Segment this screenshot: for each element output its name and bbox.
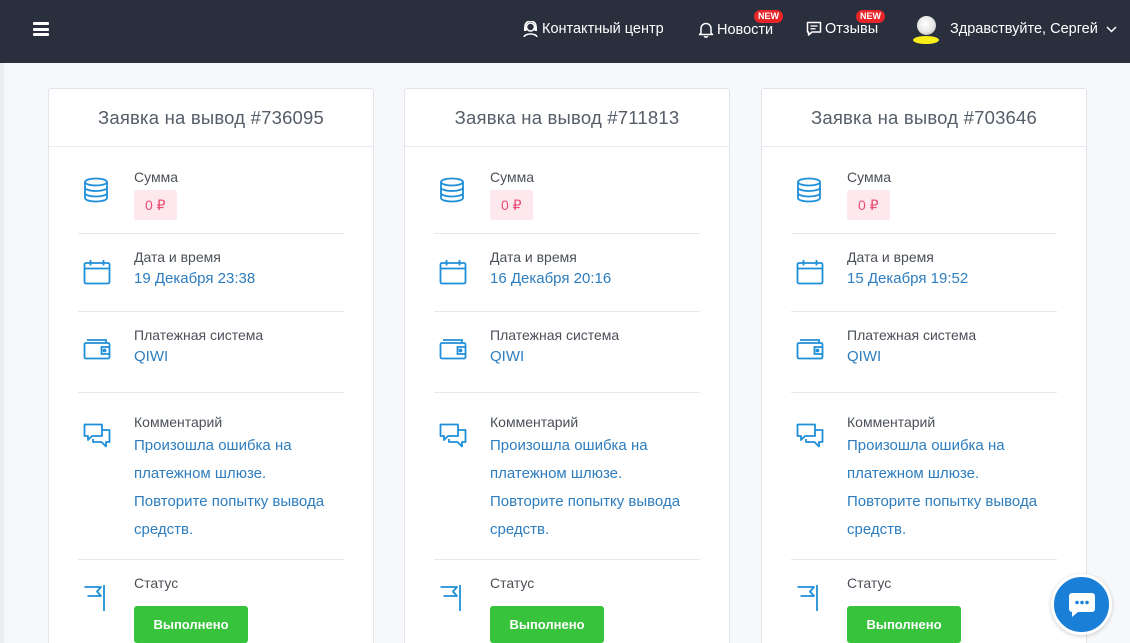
comment-row: Комментарий Произошла ошибка на платежно… <box>78 393 344 560</box>
main-content: Заявка на вывод #736095 Сумма 0 ₽ Дата и… <box>4 63 1130 643</box>
sum-row: Сумма 0 ₽ <box>78 147 344 234</box>
date-row: Дата и время 15 Декабря 19:52 <box>791 234 1057 312</box>
payment-value: QIWI <box>490 348 525 365</box>
payment-label: Платежная система <box>134 327 264 343</box>
flag-icon <box>440 585 461 611</box>
reviews-new-badge: NEW <box>856 10 885 23</box>
datetime-value: 15 Декабря 19:52 <box>847 270 969 287</box>
news-link[interactable]: Новости NEW <box>698 10 783 38</box>
chevron-down-icon <box>1106 25 1117 33</box>
status-button[interactable]: Выполнено <box>134 606 248 643</box>
date-row: Дата и время 16 Декабря 20:16 <box>434 234 700 312</box>
status-button[interactable]: Выполнено <box>490 606 604 643</box>
live-chat-button[interactable] <box>1051 574 1112 635</box>
calendar-icon <box>796 260 824 285</box>
comment-row: Комментарий Произошла ошибка на платежно… <box>791 393 1057 560</box>
comment-label: Комментарий <box>847 414 936 430</box>
datetime-value: 19 Декабря 23:38 <box>134 270 256 287</box>
datetime-label: Дата и время <box>134 249 221 265</box>
coins-icon <box>797 177 821 203</box>
amount-badge: 0 ₽ <box>490 190 533 220</box>
news-new-badge: NEW <box>754 10 783 23</box>
amount-badge: 0 ₽ <box>134 190 177 220</box>
bell-icon <box>698 22 714 38</box>
wallet-icon <box>439 339 467 360</box>
datetime-value: 16 Декабря 20:16 <box>490 270 612 287</box>
top-navbar: Контактный центр Новости NEW Отзывы NEW … <box>0 0 1130 63</box>
card-title: Заявка на вывод #703646 <box>762 89 1086 147</box>
status-label: Статус <box>847 575 892 591</box>
user-menu[interactable]: Здравствуйте, Сергей <box>950 21 1117 37</box>
card-title: Заявка на вывод #711813 <box>405 89 729 147</box>
wallet-icon <box>83 339 111 360</box>
news-label: Новости <box>717 21 774 38</box>
sum-label: Сумма <box>847 169 891 185</box>
status-label: Статус <box>134 575 179 591</box>
comments-icon <box>83 423 111 448</box>
payment-label: Платежная система <box>490 327 620 343</box>
datetime-label: Дата и время <box>847 249 934 265</box>
comment-row: Комментарий Произошла ошибка на платежно… <box>434 393 700 560</box>
wallet-icon <box>796 339 824 360</box>
sum-label: Сумма <box>490 169 534 185</box>
withdrawal-card: Заявка на вывод #703646 Сумма 0 ₽ Дата и… <box>761 88 1087 643</box>
status-button[interactable]: Выполнено <box>847 606 961 643</box>
coins-icon <box>440 177 464 203</box>
reviews-label: Отзывы <box>825 21 879 37</box>
payment-label: Платежная система <box>847 327 977 343</box>
comment-text: Произошла ошибка на платежном шлюзе. Пов… <box>134 437 325 538</box>
datetime-label: Дата и время <box>490 249 577 265</box>
sum-row: Сумма 0 ₽ <box>434 147 700 234</box>
menu-icon[interactable] <box>33 22 49 36</box>
calendar-icon <box>439 260 467 285</box>
sum-row: Сумма 0 ₽ <box>791 147 1057 234</box>
calendar-icon <box>83 260 111 285</box>
payment-value: QIWI <box>847 348 882 365</box>
reviews-link[interactable]: Отзывы NEW <box>806 10 885 37</box>
chat-icon <box>806 21 822 36</box>
comment-text: Произошла ошибка на платежном шлюзе. Пов… <box>847 437 1038 538</box>
status-label: Статус <box>490 575 535 591</box>
chat-bubble-icon <box>1068 592 1095 617</box>
payment-row: Платежная система QIWI <box>78 312 344 393</box>
payment-row: Платежная система QIWI <box>434 312 700 393</box>
comment-label: Комментарий <box>490 414 579 430</box>
flag-icon <box>84 585 105 611</box>
comments-icon <box>796 423 824 448</box>
coins-icon <box>84 177 108 203</box>
payment-row: Платежная система QIWI <box>791 312 1057 393</box>
payment-value: QIWI <box>134 348 169 365</box>
comment-label: Комментарий <box>134 414 223 430</box>
contact-center-link[interactable]: Контактный центр <box>522 21 664 37</box>
headset-icon <box>523 21 538 37</box>
status-row: Статус Выполнено <box>78 560 344 643</box>
comment-text: Произошла ошибка на платежном шлюзе. Пов… <box>490 437 681 538</box>
amount-badge: 0 ₽ <box>847 190 890 220</box>
greeting-label: Здравствуйте, Сергей <box>950 21 1098 37</box>
sum-label: Сумма <box>134 169 178 185</box>
status-row: Статус Выполнено <box>791 560 1057 643</box>
card-title: Заявка на вывод #736095 <box>49 89 373 147</box>
avatar[interactable] <box>913 14 939 44</box>
contact-center-label: Контактный центр <box>542 21 664 37</box>
date-row: Дата и время 19 Декабря 23:38 <box>78 234 344 312</box>
withdrawal-card: Заявка на вывод #711813 Сумма 0 ₽ Дата и… <box>404 88 730 643</box>
comments-icon <box>439 423 467 448</box>
status-row: Статус Выполнено <box>434 560 700 643</box>
withdrawal-card: Заявка на вывод #736095 Сумма 0 ₽ Дата и… <box>48 88 374 643</box>
flag-icon <box>797 585 818 611</box>
